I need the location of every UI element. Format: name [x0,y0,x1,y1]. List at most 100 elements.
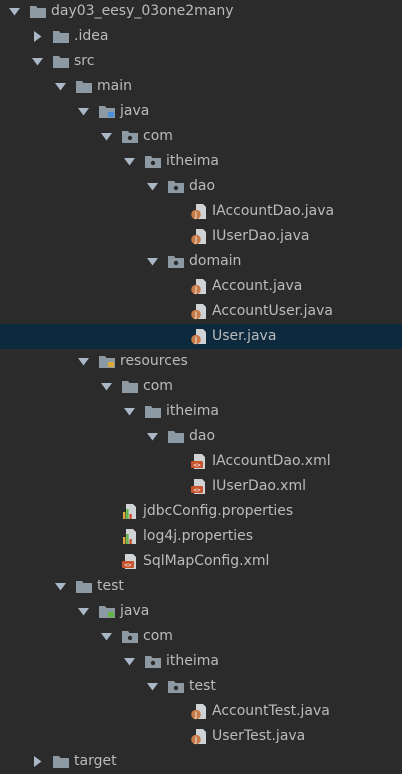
xml-file-icon: <> [121,553,139,570]
chevron-down-icon[interactable] [9,6,20,17]
tree-item-label: itheima [166,653,219,669]
java-file-icon: J [190,703,208,720]
svg-text:<>: <> [193,487,201,494]
tree-item-label: resources [120,353,188,369]
tree-item-accounttest-java[interactable]: J AccountTest.java [0,699,402,724]
tree-item-java[interactable]: java [0,599,402,624]
svg-text:J: J [194,235,197,244]
tree-item-label: test [189,678,216,694]
chevron-down-icon[interactable] [78,356,89,367]
tree-item-iaccountdao-xml[interactable]: <> IAccountDao.xml [0,449,402,474]
svg-text:J: J [194,710,197,719]
folder-icon [75,578,93,595]
chevron-down-icon[interactable] [147,181,158,192]
svg-text:J: J [194,210,197,219]
tree-item-itheima[interactable]: itheima [0,399,402,424]
folder-icon [29,3,47,20]
tree-item-user-java[interactable]: J User.java [0,324,402,349]
tree-item-label: AccountUser.java [212,303,333,319]
folder-icon [75,78,93,95]
tree-item-label: AccountTest.java [212,703,330,719]
tree-item-label: day03_eesy_03one2many [51,3,234,19]
tree-item-label: IAccountDao.xml [212,453,331,469]
folder-icon [167,428,185,445]
tree-item-main[interactable]: main [0,74,402,99]
tree-item-iuserdao-java[interactable]: J IUserDao.java [0,224,402,249]
chevron-down-icon[interactable] [55,581,66,592]
tree-item-label: com [143,128,173,144]
tree-item-account-java[interactable]: J Account.java [0,274,402,299]
tree-item-accountuser-java[interactable]: J AccountUser.java [0,299,402,324]
test-folder-icon [98,603,116,620]
package-icon [167,253,185,270]
chevron-right-icon[interactable] [32,31,43,42]
tree-item-jdbcconfig-properties[interactable]: jdbcConfig.properties [0,499,402,524]
tree-item-iaccountdao-java[interactable]: J IAccountDao.java [0,199,402,224]
tree-item-test[interactable]: test [0,674,402,699]
chevron-down-icon[interactable] [55,81,66,92]
tree-item-com[interactable]: com [0,374,402,399]
tree-item-label: java [120,603,150,619]
tree-item-label: SqlMapConfig.xml [143,553,270,569]
chevron-down-icon[interactable] [124,656,135,667]
tree-item-itheima[interactable]: itheima [0,649,402,674]
tree-item-label: .idea [74,28,109,44]
folder-icon [52,753,70,770]
tree-item-label: main [97,78,132,94]
java-file-icon: J [190,328,208,345]
chevron-down-icon[interactable] [101,631,112,642]
tree-item-dao[interactable]: dao [0,174,402,199]
properties-file-icon [121,503,139,520]
tree-item-com[interactable]: com [0,124,402,149]
tree-item-test[interactable]: test [0,574,402,599]
chevron-down-icon[interactable] [78,106,89,117]
xml-file-icon: <> [190,453,208,470]
tree-item-label: User.java [212,328,277,344]
tree-item-label: java [120,103,150,119]
resources-folder-icon [98,353,116,370]
tree-item-label: IAccountDao.java [212,203,335,219]
tree-item-label: target [74,753,117,769]
chevron-down-icon[interactable] [78,606,89,617]
tree-item-domain[interactable]: domain [0,249,402,274]
tree-item-label: dao [189,428,216,444]
tree-item-label: com [143,628,173,644]
tree-item-src[interactable]: src [0,49,402,74]
tree-item-day03-eesy-03one2many[interactable]: day03_eesy_03one2many [0,0,402,24]
chevron-down-icon[interactable] [147,431,158,442]
package-icon [144,653,162,670]
tree-item-dao[interactable]: dao [0,424,402,449]
tree-item-iuserdao-xml[interactable]: <> IUserDao.xml [0,474,402,499]
chevron-down-icon[interactable] [101,381,112,392]
tree-item-java[interactable]: java [0,99,402,124]
chevron-down-icon[interactable] [147,256,158,267]
tree-item-label: jdbcConfig.properties [143,503,294,519]
project-tree: day03_eesy_03one2many .idea src main jav… [0,0,402,769]
tree-item-log4j-properties[interactable]: log4j.properties [0,524,402,549]
tree-item-target[interactable]: target [0,749,402,774]
chevron-down-icon[interactable] [32,56,43,67]
tree-item-label: itheima [166,153,219,169]
tree-item-label: dao [189,178,216,194]
folder-icon [121,378,139,395]
java-file-icon: J [190,203,208,220]
chevron-down-icon[interactable] [124,156,135,167]
chevron-down-icon[interactable] [147,681,158,692]
tree-item-label: UserTest.java [212,728,306,744]
tree-item-usertest-java[interactable]: J UserTest.java [0,724,402,749]
svg-text:J: J [194,335,197,344]
java-file-icon: J [190,278,208,295]
tree-item-idea[interactable]: .idea [0,24,402,49]
chevron-down-icon[interactable] [124,406,135,417]
package-icon [121,628,139,645]
tree-item-com[interactable]: com [0,624,402,649]
package-icon [144,153,162,170]
tree-item-label: IUserDao.java [212,228,310,244]
tree-item-label: Account.java [212,278,303,294]
svg-text:J: J [194,735,197,744]
chevron-down-icon[interactable] [101,131,112,142]
tree-item-sqlmapconfig-xml[interactable]: <> SqlMapConfig.xml [0,549,402,574]
svg-text:<>: <> [193,462,201,469]
tree-item-resources[interactable]: resources [0,349,402,374]
tree-item-itheima[interactable]: itheima [0,149,402,174]
